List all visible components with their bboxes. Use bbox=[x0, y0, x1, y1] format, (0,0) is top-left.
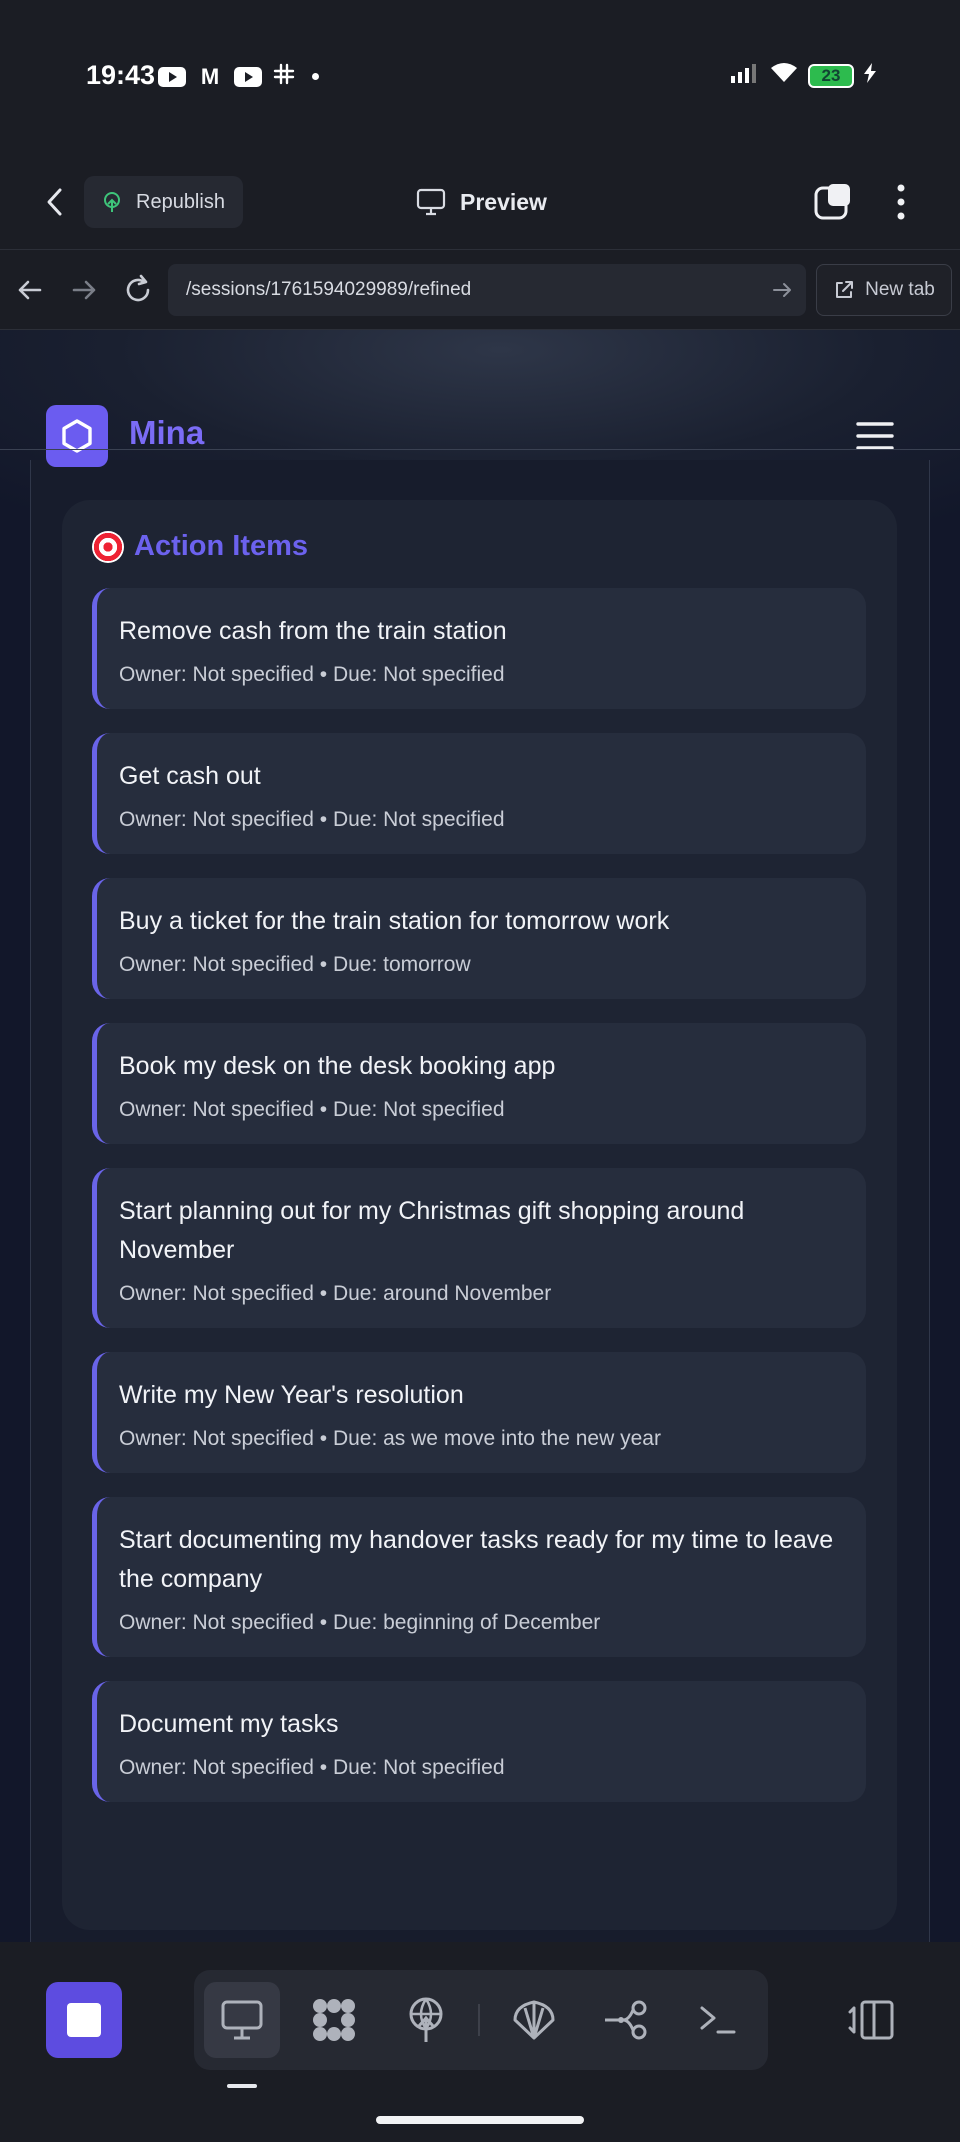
slack-icon bbox=[272, 62, 296, 91]
preview-label: Preview bbox=[460, 188, 547, 215]
battery-icon: 23 bbox=[808, 63, 854, 88]
action-items-heading: Action Items bbox=[92, 530, 308, 563]
git-tool-button[interactable] bbox=[588, 1982, 664, 2058]
back-arrow-icon[interactable] bbox=[38, 184, 74, 220]
shell-icon bbox=[513, 2000, 555, 2040]
site-name[interactable]: Mina bbox=[129, 414, 204, 452]
terminal-tool-button[interactable] bbox=[680, 1982, 756, 2058]
action-items-title: Action Items bbox=[134, 530, 309, 562]
action-item[interactable]: Book my desk on the desk booking app Own… bbox=[92, 1023, 866, 1144]
active-tab-indicator bbox=[227, 2084, 257, 2088]
status-time: 19:43 bbox=[86, 60, 156, 90]
preview-tool-button[interactable] bbox=[204, 1982, 280, 2058]
stop-button[interactable] bbox=[46, 1982, 122, 2058]
action-item[interactable]: Document my tasks Owner: Not specified •… bbox=[92, 1681, 866, 1802]
action-item-meta: Owner: Not specified • Due: as we move i… bbox=[119, 1427, 661, 1450]
new-tab-label: New tab bbox=[865, 279, 935, 300]
action-item-meta: Owner: Not specified • Due: Not specifie… bbox=[119, 1756, 505, 1779]
action-item-meta: Owner: Not specified • Due: Not specifie… bbox=[119, 663, 505, 686]
wifi-icon bbox=[770, 62, 798, 89]
terminal-icon bbox=[700, 2006, 736, 2034]
action-item-meta: Owner: Not specified • Due: tomorrow bbox=[119, 953, 471, 976]
action-item-meta: Owner: Not specified • Due: Not specifie… bbox=[119, 808, 505, 831]
address-bar[interactable]: /sessions/1761594029989/refined bbox=[168, 264, 806, 316]
hamburger-menu-icon[interactable] bbox=[856, 420, 894, 452]
tool-group bbox=[194, 1970, 768, 2070]
target-icon bbox=[92, 530, 124, 563]
browser-nav-bar: /sessions/1761594029989/refined New tab bbox=[0, 250, 960, 330]
action-item-title: Book my desk on the desk booking app bbox=[119, 1052, 556, 1080]
action-items-card: Action Items Remove cash from the train … bbox=[62, 500, 897, 1930]
apps-tool-button[interactable] bbox=[296, 1982, 372, 2058]
tool-separator bbox=[478, 2004, 480, 2036]
action-item-title: Start documenting my handover tasks read… bbox=[119, 1526, 834, 1593]
new-tab-button[interactable]: New tab bbox=[816, 264, 952, 316]
external-link-icon bbox=[836, 281, 854, 298]
youtube-icon bbox=[158, 66, 186, 87]
gmail-icon: M bbox=[200, 63, 220, 89]
action-item[interactable]: Get cash out Owner: Not specified • Due:… bbox=[92, 733, 866, 854]
go-arrow-icon[interactable] bbox=[770, 278, 794, 302]
notification-icons: M bbox=[158, 62, 319, 91]
publish-tool-button[interactable] bbox=[388, 1982, 464, 2058]
site-header: Mina bbox=[0, 330, 960, 467]
battery-level: 23 bbox=[821, 65, 841, 85]
reload-icon[interactable] bbox=[120, 272, 156, 308]
nav-forward-icon[interactable] bbox=[66, 272, 102, 308]
action-item-meta: Owner: Not specified • Due: Not specifie… bbox=[119, 1098, 505, 1121]
status-bar: 19:43 M 23 bbox=[0, 0, 960, 150]
action-item[interactable]: Start documenting my handover tasks read… bbox=[92, 1497, 866, 1657]
action-item[interactable]: Remove cash from the train station Owner… bbox=[92, 588, 866, 709]
action-item-meta: Owner: Not specified • Due: around Novem… bbox=[119, 1282, 552, 1305]
signal-icon bbox=[730, 62, 760, 89]
tabs-switcher-icon[interactable] bbox=[812, 180, 856, 224]
dot-icon bbox=[312, 73, 319, 80]
action-item-title: Start planning out for my Christmas gift… bbox=[119, 1197, 745, 1264]
url-text: /sessions/1761594029989/refined bbox=[186, 279, 472, 300]
action-items-list: Remove cash from the train station Owner… bbox=[92, 588, 866, 1826]
stop-icon bbox=[67, 2003, 101, 2037]
nav-back-icon[interactable] bbox=[12, 272, 48, 308]
monitor-icon bbox=[416, 188, 446, 216]
action-item[interactable]: Buy a ticket for the train station for t… bbox=[92, 878, 866, 999]
preview-toggle[interactable]: Preview bbox=[416, 180, 547, 224]
action-item-meta: Owner: Not specified • Due: beginning of… bbox=[119, 1611, 601, 1634]
webview: Mina Action Items Remove cash from the t… bbox=[0, 330, 960, 1942]
bottom-dock bbox=[0, 1942, 960, 2142]
system-indicators: 23 bbox=[730, 62, 876, 89]
globe-upload-icon bbox=[104, 192, 120, 212]
action-item-title: Buy a ticket for the train station for t… bbox=[119, 907, 670, 935]
action-item[interactable]: Start planning out for my Christmas gift… bbox=[92, 1168, 866, 1328]
git-branch-icon bbox=[605, 2000, 647, 2040]
action-item[interactable]: Write my New Year's resolution Owner: No… bbox=[92, 1352, 866, 1473]
hexagon-logo-icon[interactable] bbox=[46, 405, 108, 467]
more-vert-icon[interactable] bbox=[886, 178, 916, 226]
republish-button[interactable]: Republish bbox=[84, 176, 243, 228]
youtube-icon bbox=[234, 66, 262, 87]
side-panel-icon[interactable] bbox=[848, 1996, 896, 2044]
action-item-title: Write my New Year's resolution bbox=[119, 1381, 464, 1409]
action-item-title: Document my tasks bbox=[119, 1710, 339, 1738]
republish-label: Republish bbox=[136, 190, 225, 213]
header-divider bbox=[0, 449, 960, 450]
action-item-title: Get cash out bbox=[119, 762, 261, 790]
shell-tool-button[interactable] bbox=[496, 1982, 572, 2058]
globe-upload-icon bbox=[409, 1997, 443, 2042]
grid-blob-icon bbox=[313, 1999, 355, 2041]
charging-icon bbox=[864, 63, 876, 88]
home-indicator[interactable] bbox=[376, 2116, 584, 2124]
monitor-icon bbox=[221, 2000, 263, 2040]
action-item-title: Remove cash from the train station bbox=[119, 617, 507, 645]
app-toolbar: Republish Preview bbox=[0, 150, 960, 250]
